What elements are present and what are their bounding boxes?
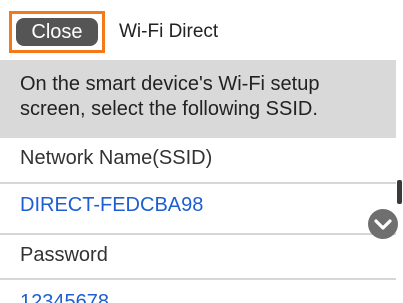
chevron-down-glyph	[374, 219, 392, 230]
divider	[0, 278, 403, 280]
divider	[0, 182, 403, 184]
screen-title: Wi-Fi Direct	[119, 21, 219, 42]
instruction-panel: On the smart device's Wi-Fi setup screen…	[0, 60, 403, 138]
password-label: Password	[20, 244, 108, 266]
wifi-direct-screen: Close Wi-Fi Direct On the smart device's…	[0, 0, 403, 303]
scrollbar-thumb[interactable]	[397, 180, 402, 204]
header-bar: Close Wi-Fi Direct	[0, 0, 403, 60]
password-value: 12345678	[20, 291, 109, 303]
close-button[interactable]: Close	[9, 11, 105, 53]
chevron-down-icon[interactable]	[368, 209, 398, 239]
scrollbar[interactable]	[396, 60, 403, 303]
close-button-label[interactable]: Close	[16, 18, 98, 46]
instruction-text: On the smart device's Wi-Fi setup screen…	[20, 73, 320, 120]
divider	[0, 233, 403, 235]
ssid-value: DIRECT-FEDCBA98	[20, 194, 204, 216]
network-name-label: Network Name(SSID)	[20, 147, 213, 169]
